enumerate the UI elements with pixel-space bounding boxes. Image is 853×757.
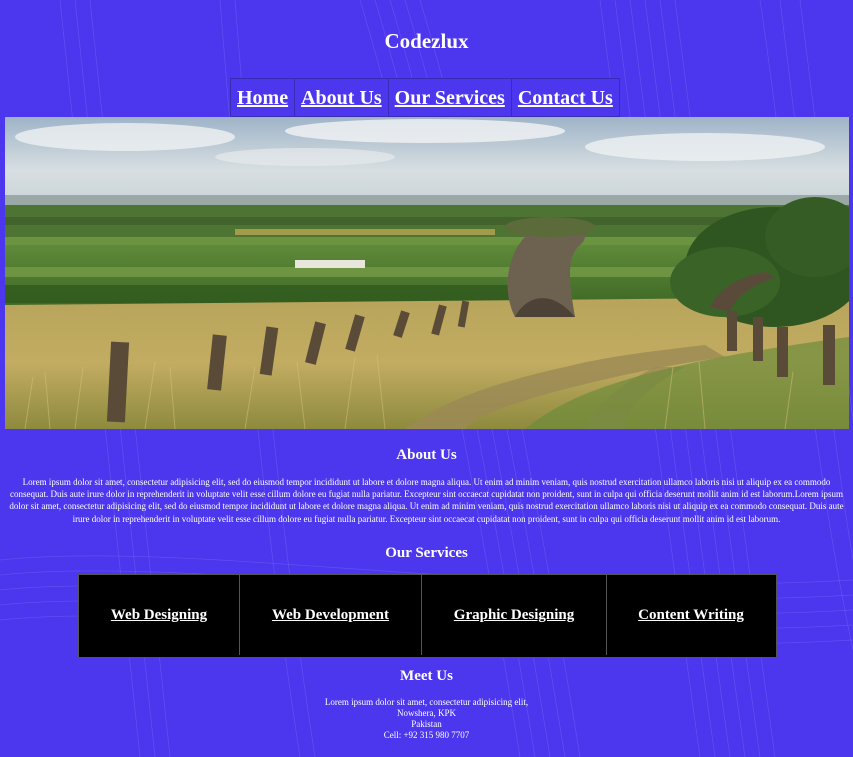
contact-line-city: Nowshera, KPK [397,708,456,718]
site-title: Codezlux [384,29,469,53]
nav-about-link[interactable]: About Us [295,79,389,116]
service-link-content-writing[interactable]: Content Writing [638,607,744,624]
service-card-web-development: Web Development [240,575,422,655]
page: Codezlux Home About Us Our Services Cont… [0,0,853,757]
main-nav: Home About Us Our Services Contact Us [230,78,620,117]
service-card-web-designing: Web Designing [79,575,240,655]
contact-line-country: Pakistan [411,719,442,729]
about-heading: About Us [396,447,457,463]
service-card-graphic-designing: Graphic Designing [422,575,607,655]
nav-services-link[interactable]: Our Services [389,79,512,116]
meet-heading: Meet Us [400,668,453,684]
services-grid: Web Designing Web Development Graphic De… [78,574,777,658]
service-link-web-development[interactable]: Web Development [272,607,389,624]
contact-line-intro: Lorem ipsum dolor sit amet, consectetur … [324,697,529,707]
landscape-picture [5,117,849,429]
contact-info: Lorem ipsum dolor sit amet, consectetur … [0,697,853,741]
nav-home-link[interactable]: Home [231,79,296,116]
service-card-content-writing: Content Writing [607,575,775,655]
nav-contact-link[interactable]: Contact Us [512,79,619,116]
service-link-graphic-designing[interactable]: Graphic Designing [454,607,574,624]
contact-line-phone: Cell: +92 315 980 7707 [383,730,470,740]
service-link-web-designing[interactable]: Web Designing [111,607,207,624]
services-heading: Our Services [385,545,468,561]
about-text: Lorem ipsum dolor sit amet, consectetur … [9,477,844,524]
hero-landscape-image [5,117,849,429]
